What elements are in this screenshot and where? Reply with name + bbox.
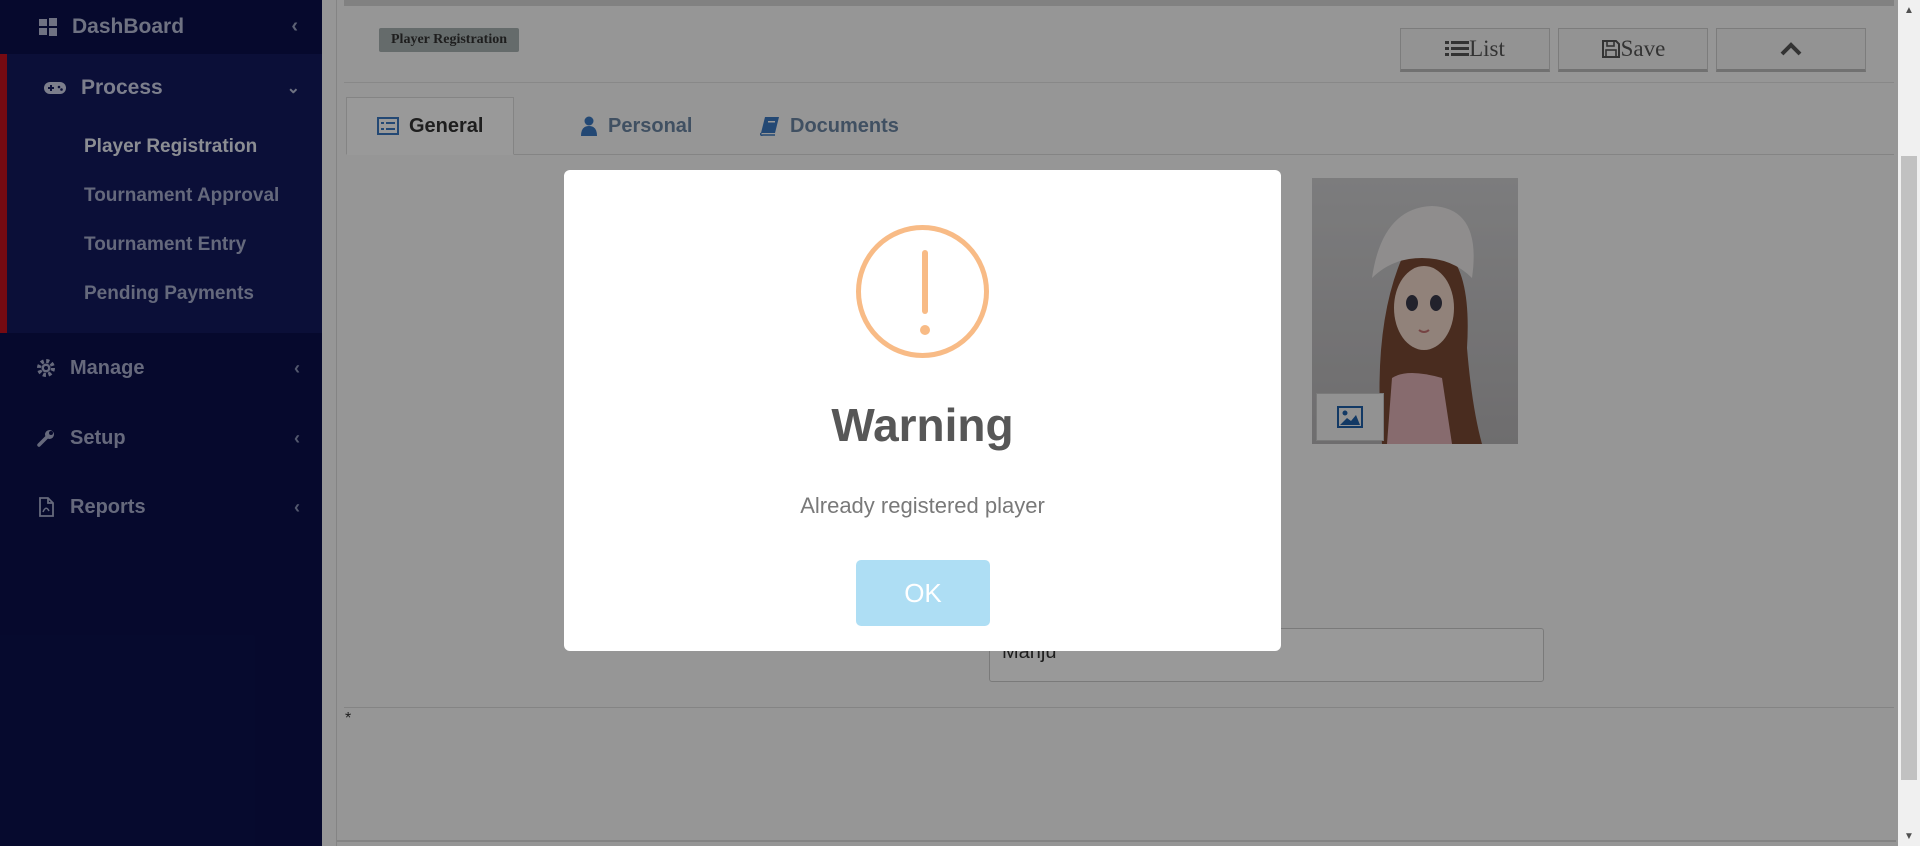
warning-icon xyxy=(856,225,989,358)
scroll-up-arrow-icon[interactable]: ▲ xyxy=(1898,0,1920,20)
dialog-message: Already registered player xyxy=(800,493,1045,518)
warning-dialog: Warning Already registered player OK xyxy=(564,170,1281,651)
ok-button[interactable]: OK xyxy=(856,560,990,626)
vertical-scrollbar[interactable]: ▲ ▼ xyxy=(1898,0,1920,846)
scroll-down-arrow-icon[interactable]: ▼ xyxy=(1898,826,1920,846)
dialog-title: Warning xyxy=(831,399,1014,451)
warning-icon-bar xyxy=(922,250,928,314)
warning-icon-dot xyxy=(920,325,930,335)
scrollbar-thumb[interactable] xyxy=(1901,156,1917,780)
